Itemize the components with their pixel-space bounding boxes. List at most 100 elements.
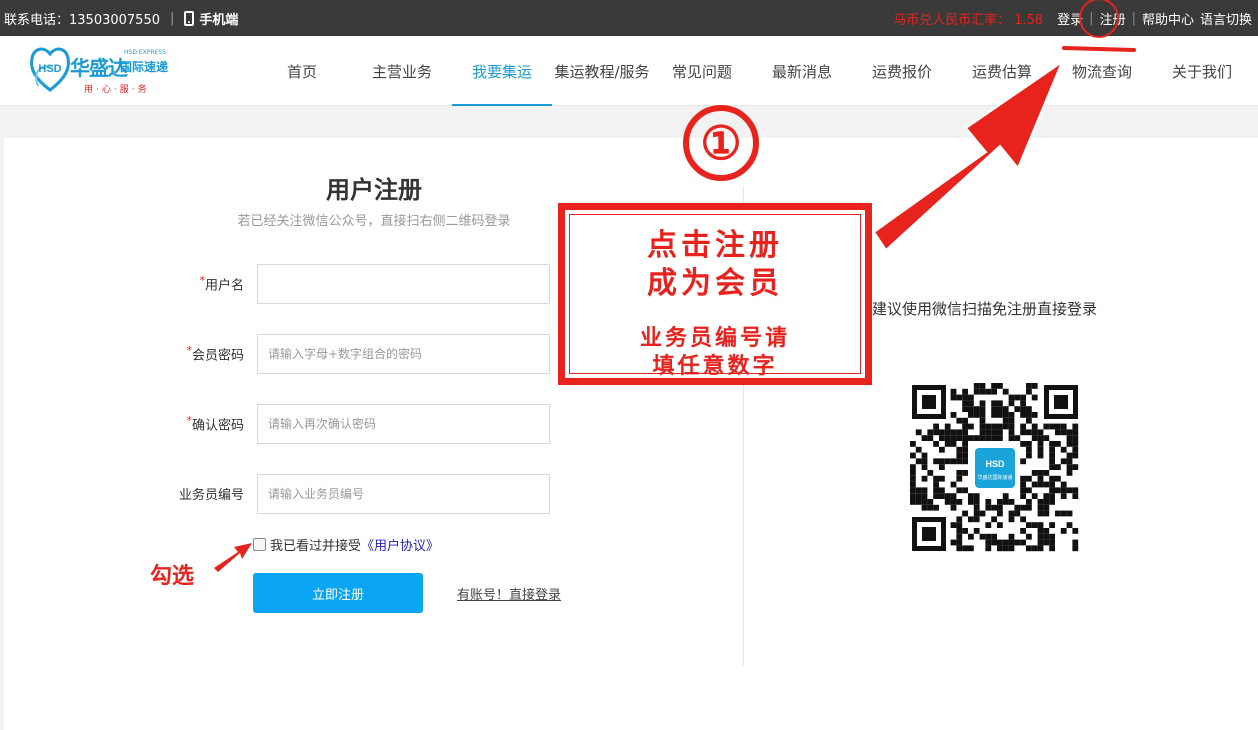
qr-module: [1026, 452, 1032, 459]
qr-module: [950, 522, 957, 528]
password-input[interactable]: [257, 334, 550, 374]
language-switch-link[interactable]: 语言切换: [1200, 9, 1252, 28]
help-center-link[interactable]: 帮助中心: [1142, 9, 1194, 28]
qr-module: [979, 533, 986, 540]
qr-module: [1072, 487, 1079, 494]
qr-module: [1049, 464, 1055, 470]
register-link[interactable]: 注册: [1100, 9, 1126, 28]
exchange-rate: 马币兑人民币汇率： 1.58: [893, 9, 1043, 28]
qr-module: [962, 394, 968, 401]
logo-en-name: HSD EXPRESS: [124, 49, 166, 56]
qr-module: [1026, 487, 1032, 494]
qr-module: [933, 481, 939, 488]
qr-module: [1043, 533, 1050, 540]
qr-module: [927, 435, 934, 441]
username-input[interactable]: [257, 264, 550, 304]
qr-module: [1072, 441, 1079, 447]
qr-module: [1008, 499, 1015, 505]
qr-module: [939, 464, 945, 470]
qr-module: [1020, 423, 1026, 430]
qr-module: [1020, 504, 1026, 511]
nav-item-about[interactable]: 关于我们: [1152, 36, 1252, 106]
qr-module: [1037, 435, 1044, 441]
qr-module: [991, 539, 997, 546]
qr-module: [1055, 487, 1061, 494]
qr-module: [956, 499, 963, 505]
qr-module: [979, 417, 986, 424]
login-link[interactable]: 登录: [1057, 9, 1083, 28]
nav-item-business[interactable]: 主营业务: [352, 36, 452, 106]
qr-module: [1066, 470, 1073, 476]
confirm-password-input[interactable]: [257, 404, 550, 444]
nav-item-tracking[interactable]: 物流查询: [1052, 36, 1152, 106]
agreement-checkbox[interactable]: [253, 538, 266, 551]
qr-module: [921, 464, 928, 470]
agreement-row: 我已看过并接受 《用户协议》: [253, 535, 439, 554]
qr-module: [1049, 446, 1055, 453]
nav-item-faq[interactable]: 常见问题: [652, 36, 752, 106]
qr-module: [910, 481, 916, 488]
qr-module: [1026, 522, 1032, 528]
qr-module: [979, 383, 986, 389]
qr-module: [1031, 493, 1038, 499]
qr-module: [991, 435, 997, 441]
qr-module: [1049, 487, 1055, 494]
qr-module: [1055, 441, 1061, 447]
qr-module: [962, 458, 968, 465]
qr-module: [962, 528, 968, 534]
qr-module: [979, 412, 986, 418]
register-submit-button[interactable]: 立即注册: [253, 573, 423, 613]
qr-module: [910, 475, 916, 482]
qr-module: [1060, 528, 1067, 534]
qr-module: [1026, 533, 1032, 540]
site-logo[interactable]: HSD 华盛达 HSD EXPRESS 国际速递 用·心·服·务: [28, 40, 168, 98]
qr-module: [973, 499, 980, 505]
exchange-rate-value: 1.58: [1014, 12, 1044, 28]
qr-module: [962, 441, 968, 447]
user-agreement-link[interactable]: 《用户协议》: [361, 535, 439, 554]
qr-module: [991, 383, 997, 389]
agent-id-input[interactable]: [257, 474, 550, 514]
qr-module: [927, 470, 934, 476]
qr-module: [968, 545, 974, 552]
qr-module: [1049, 441, 1055, 447]
main-nav: 首页 主营业务 我要集运 集运教程/服务 常见问题 最新消息 运费报价 运费估算…: [252, 36, 1252, 106]
qr-module: [956, 545, 963, 552]
nav-item-tutorial[interactable]: 集运教程/服务: [552, 36, 652, 106]
qr-module: [1031, 429, 1038, 436]
qr-module: [939, 487, 945, 494]
qr-module: [1066, 510, 1073, 517]
direct-login-link[interactable]: 有账号！直接登录: [457, 584, 561, 603]
qr-module: [968, 412, 974, 418]
qr-module: [950, 388, 957, 395]
qr-module: [1026, 446, 1032, 453]
qr-module: [921, 452, 928, 459]
nav-item-price[interactable]: 运费报价: [852, 36, 952, 106]
qr-module: [1037, 504, 1044, 511]
qr-module: [956, 528, 963, 534]
qr-module: [950, 435, 957, 441]
mobile-site-link[interactable]: 手机端: [199, 9, 238, 28]
qr-module: [1008, 545, 1015, 552]
nav-item-news[interactable]: 最新消息: [752, 36, 852, 106]
qr-module: [1026, 417, 1032, 424]
qr-module: [1020, 493, 1026, 499]
qr-module: [968, 493, 974, 499]
nav-item-home[interactable]: 首页: [252, 36, 352, 106]
qr-module: [933, 429, 939, 436]
qr-module: [1072, 528, 1079, 534]
qr-module: [956, 475, 963, 482]
qr-module: [1037, 452, 1044, 459]
qr-module: [944, 423, 951, 430]
nav-item-estimate[interactable]: 运费估算: [952, 36, 1052, 106]
qr-module: [1020, 441, 1026, 447]
qr-module: [1020, 475, 1026, 482]
qr-module: [968, 423, 974, 430]
qr-module: [1014, 510, 1021, 517]
logo-badge-text: HSD: [38, 63, 61, 75]
qr-module: [962, 400, 968, 407]
nav-item-consolidation[interactable]: 我要集运: [452, 36, 552, 106]
qr-module: [956, 417, 963, 424]
qr-module: [1002, 539, 1009, 546]
qr-module: [962, 470, 968, 476]
